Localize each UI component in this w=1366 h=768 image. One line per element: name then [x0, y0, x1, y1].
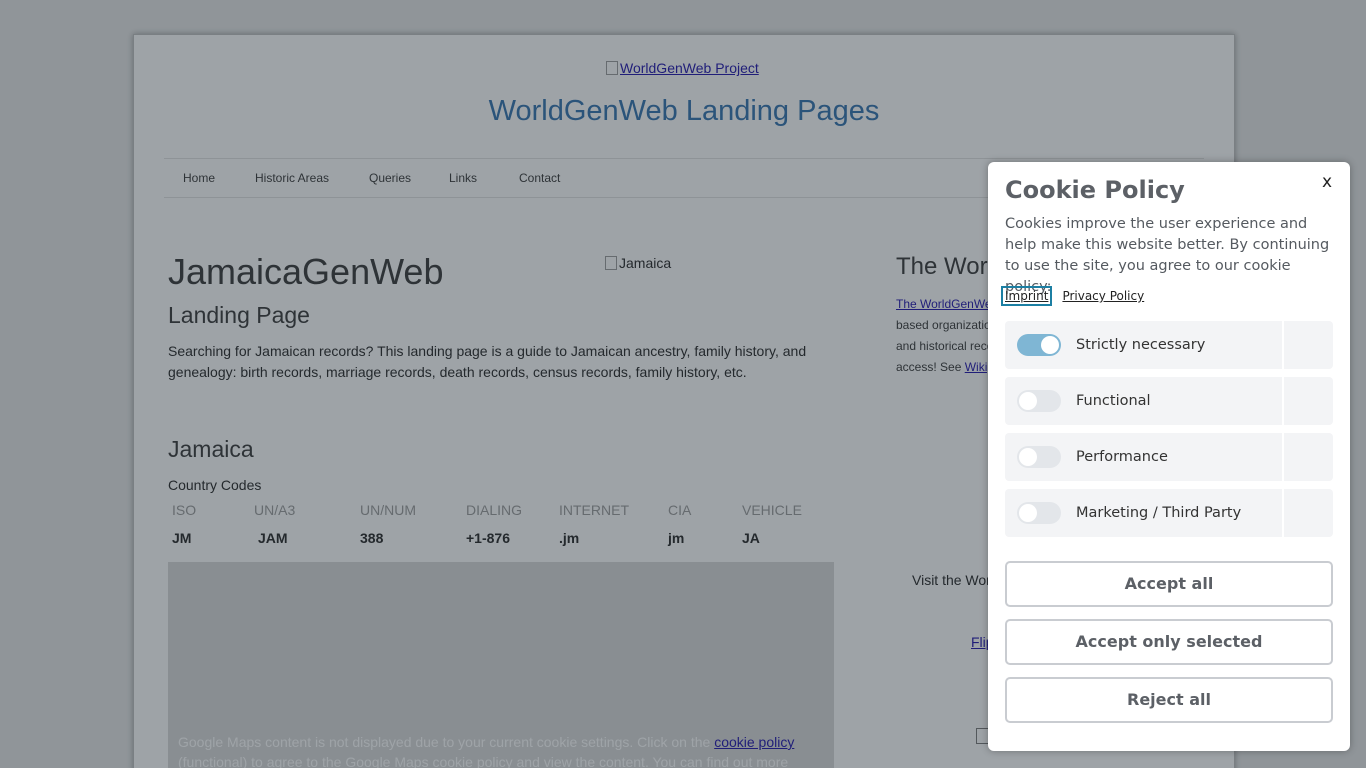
cookie-title: Cookie Policy — [1005, 176, 1185, 204]
toggle-knob — [1019, 504, 1037, 522]
row-divider — [1282, 433, 1284, 481]
imprint-link[interactable]: Imprint — [1001, 286, 1053, 306]
toggle-knob — [1019, 392, 1037, 410]
close-icon[interactable]: x — [1322, 172, 1332, 192]
toggle-switch[interactable] — [1017, 446, 1061, 468]
row-divider — [1282, 377, 1284, 425]
reject-all-button[interactable]: Reject all — [1005, 677, 1333, 723]
category-label: Marketing / Third Party — [1076, 505, 1242, 521]
category-functional: Functional — [1005, 377, 1333, 425]
row-divider — [1282, 489, 1284, 537]
toggle-switch[interactable] — [1017, 334, 1061, 356]
category-label: Performance — [1076, 449, 1168, 465]
toggle-switch[interactable] — [1017, 390, 1061, 412]
privacy-policy-link[interactable]: Privacy Policy — [1062, 289, 1144, 303]
cookie-links: Imprint Privacy Policy — [1001, 285, 1144, 306]
cookie-dialog: Cookie Policy x Cookies improve the user… — [988, 162, 1350, 751]
category-label: Functional — [1076, 393, 1151, 409]
toggle-knob — [1019, 448, 1037, 466]
category-strictly-necessary: Strictly necessary — [1005, 321, 1333, 369]
category-marketing: Marketing / Third Party — [1005, 489, 1333, 537]
row-divider — [1282, 321, 1284, 369]
accept-selected-button[interactable]: Accept only selected — [1005, 619, 1333, 665]
toggle-switch[interactable] — [1017, 502, 1061, 524]
accept-all-button[interactable]: Accept all — [1005, 561, 1333, 607]
toggle-knob — [1041, 336, 1059, 354]
category-performance: Performance — [1005, 433, 1333, 481]
category-label: Strictly necessary — [1076, 337, 1206, 353]
